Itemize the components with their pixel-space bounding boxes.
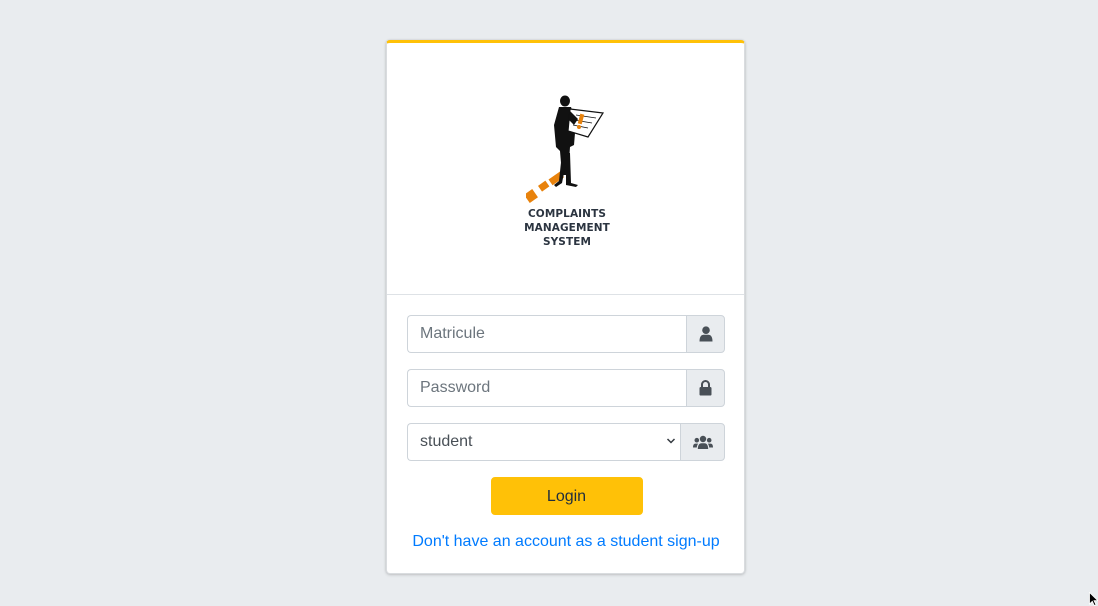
mouse-cursor-icon [1089, 592, 1098, 606]
role-group: student [407, 423, 725, 461]
man-reading-newspaper-icon [526, 95, 605, 203]
signup-row: Don't have an account as a student sign-… [407, 533, 725, 551]
logo-text: COMPLAINTS MANAGEMENT SYSTEM [484, 207, 650, 249]
logo-text-line1: COMPLAINTS MANAGEMENT [524, 208, 610, 234]
password-group [407, 369, 725, 407]
signup-link[interactable]: Don't have an account as a student sign-… [412, 533, 719, 550]
matricule-group [407, 315, 725, 353]
password-addon [686, 369, 725, 407]
matricule-addon [686, 315, 725, 353]
app-logo: COMPLAINTS MANAGEMENT SYSTEM [484, 95, 650, 248]
login-button[interactable]: Login [490, 477, 643, 515]
login-form: student Login Don't have an acco [387, 295, 744, 551]
user-icon [699, 326, 712, 342]
login-card: COMPLAINTS MANAGEMENT SYSTEM Matricule s… [386, 40, 745, 574]
lock-icon [699, 380, 712, 396]
login-button-row: Login [407, 477, 725, 515]
chevron-down-icon [666, 438, 676, 444]
role-addon [680, 423, 725, 461]
logo-text-line2: SYSTEM [542, 236, 592, 248]
role-select[interactable]: student [407, 423, 680, 461]
login-card-header: COMPLAINTS MANAGEMENT SYSTEM [387, 43, 744, 295]
matricule-input[interactable] [407, 315, 686, 353]
password-input[interactable] [407, 369, 686, 407]
users-icon [692, 435, 713, 449]
role-select-value: student [420, 433, 473, 450]
